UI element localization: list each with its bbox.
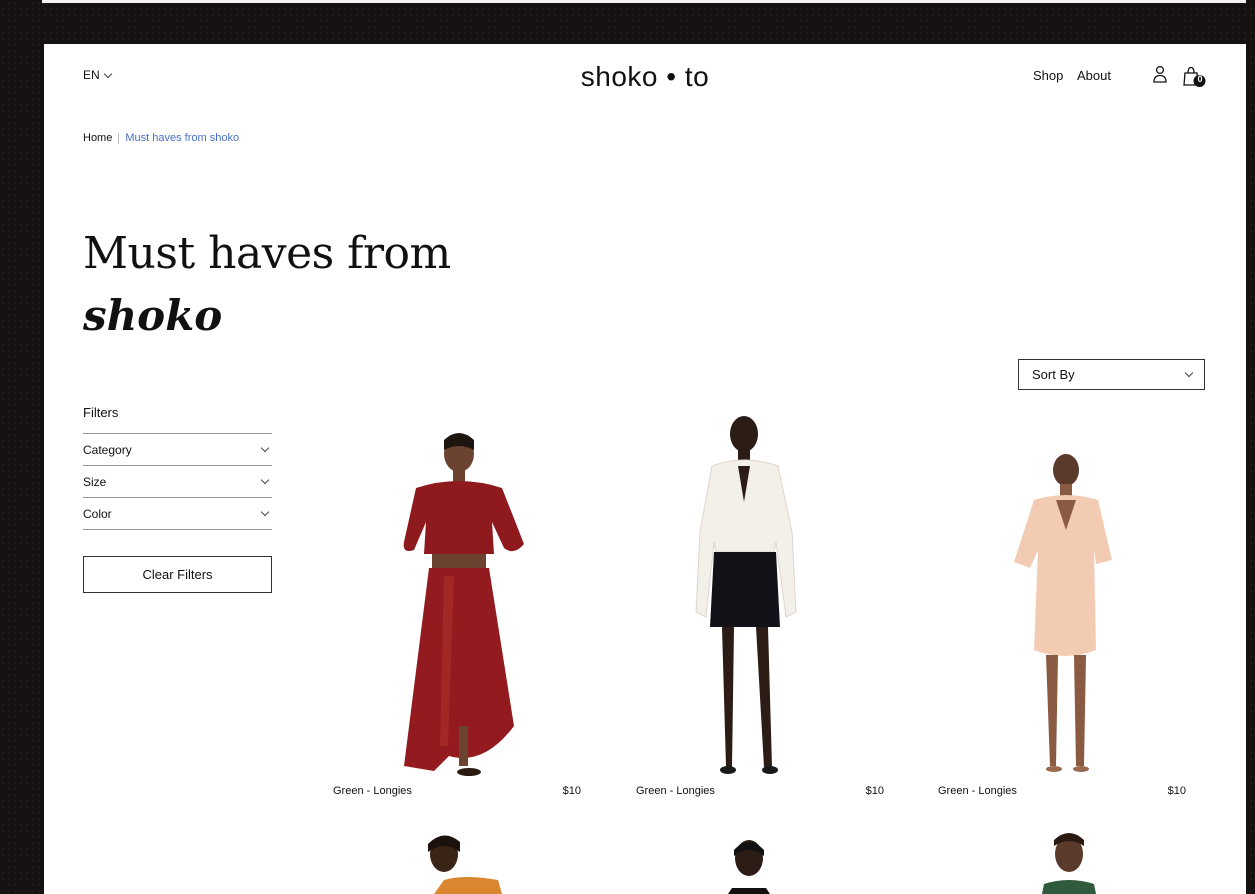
filter-divider [83,529,272,530]
chevron-down-icon [260,443,270,453]
page-title: Must haves from [83,228,451,279]
sort-dropdown[interactable]: Sort By [1018,359,1205,390]
product-image-6[interactable] [1034,828,1104,894]
browser-top-strip [42,0,1246,3]
product-image-5[interactable] [724,834,774,894]
product-price-1: $10 [562,785,581,797]
filter-label: Color [83,506,112,521]
sort-label: Sort By [1032,367,1075,382]
filter-color[interactable]: Color [83,497,272,529]
product-name-1[interactable]: Green - Longies [333,785,412,797]
product-image-3[interactable] [1004,450,1114,776]
page-panel: EN shoko • to Shop About 0 Home Must hav… [44,44,1246,894]
chevron-down-icon [260,507,270,517]
shopping-bag-icon[interactable]: 0 [1183,65,1209,89]
product-image-1[interactable] [374,426,534,776]
chevron-down-icon [260,475,270,485]
chevron-down-icon [1184,368,1194,378]
filters-heading: Filters [83,405,119,420]
product-price-2: $10 [865,785,884,797]
product-image-2[interactable] [684,412,814,778]
breadcrumb-divider [118,132,120,144]
site-logo[interactable]: shoko • to [44,61,1246,93]
breadcrumb-current[interactable]: Must haves from shoko [125,132,239,144]
nav-shop[interactable]: Shop [1033,68,1063,83]
page-title-emphasis: shoko [83,291,223,340]
product-price-3: $10 [1167,785,1186,797]
filter-size[interactable]: Size [83,465,272,497]
product-image-4[interactable] [414,830,504,894]
product-name-2[interactable]: Green - Longies [636,785,715,797]
breadcrumb: Home Must haves from shoko [83,132,239,144]
filter-label: Size [83,474,107,489]
product-name-3[interactable]: Green - Longies [938,785,1017,797]
clear-filters-button[interactable]: Clear Filters [83,556,272,593]
user-icon[interactable] [1152,65,1168,85]
filter-label: Category [83,442,132,457]
cart-count-badge: 0 [1197,74,1203,84]
breadcrumb-home[interactable]: Home [83,132,112,144]
filter-category[interactable]: Category [83,433,272,465]
nav-about[interactable]: About [1077,68,1111,83]
